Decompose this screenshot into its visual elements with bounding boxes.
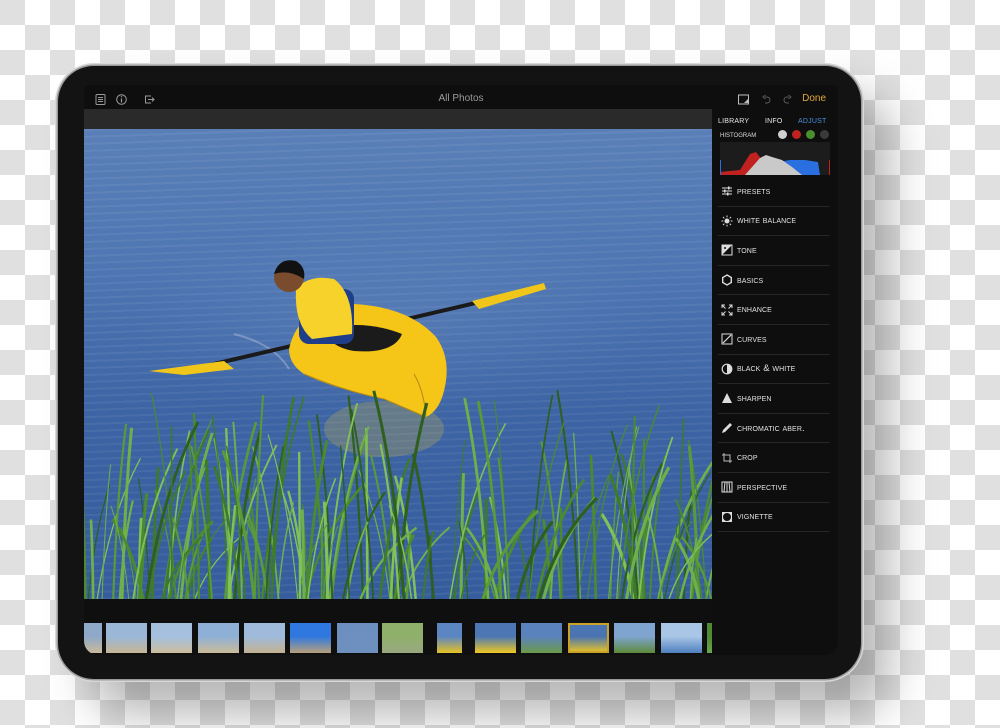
menu-label: Vignette [737, 511, 773, 523]
menu-item-sharpen[interactable]: Sharpen [718, 384, 830, 414]
menu-label: Sharpen [737, 392, 772, 404]
histogram-label: Histogram [720, 129, 757, 139]
filmstrip-thumbnail[interactable] [437, 623, 462, 653]
menu-item-crop[interactable]: Crop [718, 443, 830, 473]
grass-blade [89, 519, 95, 599]
filmstrip-thumbnail[interactable] [475, 623, 516, 653]
vignette-icon [721, 511, 733, 523]
grass-blade [642, 438, 646, 599]
grass-blade [101, 464, 112, 599]
menu-label: Curves [737, 333, 767, 345]
filmstrip-thumbnail[interactable] [614, 623, 655, 653]
grass-blade [300, 509, 306, 599]
filmstrip-thumbnail[interactable] [661, 623, 702, 653]
menu-label: Chromatic Aber. [737, 422, 805, 434]
crop-icon [721, 452, 733, 464]
filmstrip-thumbnail[interactable] [244, 623, 285, 653]
undo-icon[interactable] [761, 92, 772, 104]
grass-blade [320, 516, 324, 599]
menu-item-basics[interactable]: Basics [718, 266, 830, 296]
menu-item-curves[interactable]: Curves [718, 325, 830, 355]
adjust-panel: Library Info Adjust Histogram Presets [718, 109, 832, 655]
photo-canvas [84, 109, 712, 599]
page-title: All Photos [438, 93, 484, 104]
compare-icon[interactable] [738, 92, 749, 105]
menu-item-perspective[interactable]: Perspective [718, 473, 830, 503]
sliders-icon [721, 185, 733, 197]
filmstrip-thumbnail[interactable] [106, 623, 147, 653]
pencil-icon [721, 422, 733, 434]
all-channel-button[interactable] [820, 130, 829, 139]
filmstrip [84, 599, 712, 655]
red-channel-button[interactable] [792, 130, 801, 139]
menu-label: White Balance [737, 215, 797, 227]
done-button[interactable]: Done [802, 93, 826, 104]
half-circle-icon [721, 363, 733, 375]
menu-label: Basics [737, 274, 764, 286]
curve-icon [721, 333, 733, 345]
filmstrip-thumbnail[interactable] [198, 623, 239, 653]
filmstrip-thumbnail[interactable] [290, 623, 331, 653]
grass-blade [277, 502, 295, 599]
menu-item-tone[interactable]: Tone [718, 236, 830, 266]
grass-foreground [84, 390, 712, 599]
grass-blade [298, 452, 302, 599]
filmstrip-thumbnail[interactable] [568, 623, 609, 653]
redo-icon[interactable] [782, 92, 793, 104]
grass-blade [204, 459, 212, 599]
menu-label: Black & White [737, 363, 796, 375]
triangle-icon [721, 392, 733, 404]
histogram-graph [720, 142, 830, 175]
tab-adjust[interactable]: Adjust [798, 115, 826, 126]
menu-item-black-white[interactable]: Black & White [718, 355, 830, 385]
perspective-icon [721, 481, 733, 493]
menu-label: Presets [737, 185, 771, 197]
tab-info[interactable]: Info [765, 115, 783, 126]
green-channel-button[interactable] [806, 130, 815, 139]
adjustment-menu: Presets White Balance Tone Basics Enhanc… [718, 177, 830, 533]
sun-icon [721, 215, 733, 227]
filmstrip-thumbnail[interactable] [151, 623, 192, 653]
menu-label: Perspective [737, 481, 788, 493]
app-screen: All Photos Done library info adjust hist… [84, 85, 838, 655]
expand-arrows-icon [721, 304, 733, 316]
hexagon-icon [721, 274, 733, 286]
luminance-channel-button[interactable] [778, 130, 787, 139]
menu-item-chromatic-aberration[interactable]: Chromatic Aber. [718, 414, 830, 444]
filmstrip-thumbnail[interactable] [337, 623, 378, 653]
menu-label: Tone [737, 244, 757, 256]
main-photo[interactable] [84, 129, 712, 599]
menu-item-white-balance[interactable]: White Balance [718, 207, 830, 237]
menu-label: Crop [737, 452, 758, 464]
menu-label: Enhance [737, 304, 772, 316]
tone-icon [721, 244, 733, 256]
grass-blade [84, 500, 87, 599]
filmstrip-thumbnail[interactable] [382, 623, 423, 653]
tab-library[interactable]: Library [718, 115, 749, 126]
menu-item-presets[interactable]: Presets [718, 177, 830, 207]
filmstrip-thumbnail[interactable] [707, 623, 712, 653]
menu-item-vignette[interactable]: Vignette [718, 503, 830, 533]
grass-blade [411, 453, 435, 599]
menu-item-enhance[interactable]: Enhance [718, 295, 830, 325]
filmstrip-thumbnail[interactable] [521, 623, 562, 653]
top-bar: All Photos Done [84, 85, 838, 109]
filmstrip-thumbnail[interactable] [84, 623, 102, 653]
